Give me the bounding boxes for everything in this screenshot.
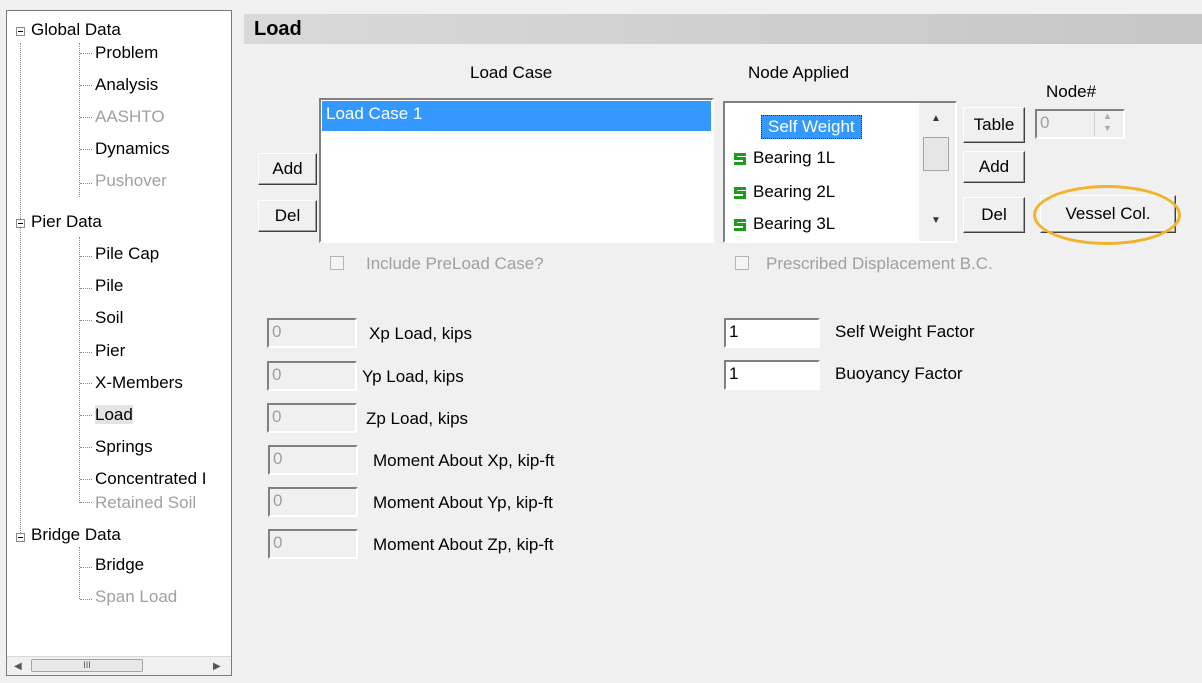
tree-item-span-load: Span Load	[95, 587, 178, 606]
node-applied-list[interactable]: Self Weight Bearing 1L Bearing 2L Bearin…	[723, 101, 957, 243]
buoyancy-factor-label: Buoyancy Factor	[835, 364, 963, 383]
collapse-icon[interactable]	[16, 533, 25, 542]
tree-connector	[80, 149, 92, 150]
node-item-bearing-1l[interactable]: Bearing 1L	[733, 147, 835, 169]
zp-load-label: Zp Load, kips	[366, 409, 469, 428]
tree-item-bridge[interactable]: Bridge	[95, 555, 144, 577]
page-title: Load	[254, 18, 302, 40]
panel-title-bar: Load	[244, 14, 1202, 44]
load-case-header: Load Case	[470, 63, 553, 82]
yp-load-input[interactable]: 0	[267, 361, 357, 391]
tree-connector	[79, 43, 80, 197]
tree-connector	[80, 599, 92, 600]
scroll-left-icon[interactable]: ◀	[14, 661, 22, 672]
horizontal-scrollbar[interactable]: ◀ III ▶	[7, 656, 231, 675]
tree-connector	[80, 288, 92, 289]
tree-connector	[20, 43, 21, 223]
scroll-thumb[interactable]	[923, 137, 949, 171]
spring-icon	[733, 218, 747, 232]
tree-connector	[80, 383, 92, 384]
load-case-list[interactable]: Load Case 1	[319, 98, 714, 243]
tree-item-x-members[interactable]: X-Members	[95, 373, 183, 395]
moment-zp-input[interactable]: 0	[268, 529, 358, 559]
moment-xp-label: Moment About Xp, kip-ft	[373, 451, 555, 470]
zp-load-input[interactable]: 0	[267, 403, 357, 433]
node-item-self-weight[interactable]: Self Weight	[761, 115, 862, 139]
tree-item-load[interactable]: Load	[95, 405, 133, 427]
buoyancy-factor-input[interactable]: 1	[724, 360, 820, 390]
moment-yp-label: Moment About Yp, kip-ft	[373, 493, 553, 512]
spring-icon	[733, 186, 747, 200]
tree-item-soil[interactable]: Soil	[95, 308, 123, 330]
tree-connector	[80, 567, 92, 568]
tree-connector	[20, 225, 21, 535]
tree-item-concentrated[interactable]: Concentrated I	[95, 469, 207, 491]
table-button[interactable]: Table	[963, 107, 1025, 143]
moment-yp-input[interactable]: 0	[268, 487, 358, 517]
include-preload-label: Include PreLoad Case?	[366, 254, 544, 273]
collapse-icon[interactable]	[16, 27, 25, 36]
add-node-button[interactable]: Add	[963, 151, 1025, 183]
node-number-label: Node#	[1046, 82, 1097, 101]
yp-load-label: Yp Load, kips	[362, 367, 464, 386]
tree-connector	[80, 415, 92, 416]
tree-connector	[80, 352, 92, 353]
tree-connector	[80, 117, 92, 118]
tree-group-bridge-data[interactable]: Bridge Data	[31, 525, 121, 547]
self-weight-factor-input[interactable]: 1	[724, 318, 820, 348]
tree-item-retained-soil: Retained Soil	[95, 493, 197, 512]
tree-item-analysis[interactable]: Analysis	[95, 75, 158, 97]
tree-connector	[80, 447, 92, 448]
tree-connector	[80, 479, 92, 480]
tree-group-pier-data[interactable]: Pier Data	[31, 212, 102, 234]
scroll-up-icon[interactable]: ▲	[931, 113, 941, 124]
tree-connector	[80, 256, 92, 257]
highlight-annotation	[1033, 185, 1181, 245]
tree-item-pier[interactable]: Pier	[95, 341, 125, 363]
node-item-bearing-3l[interactable]: Bearing 3L	[733, 213, 835, 235]
moment-zp-label: Moment About Zp, kip-ft	[373, 535, 554, 554]
node-number-input[interactable]: 0 ▲ ▼	[1035, 109, 1125, 139]
prescribed-displacement-label: Prescribed Displacement B.C.	[766, 254, 993, 273]
tree-item-pile[interactable]: Pile	[95, 276, 123, 298]
tree-item-dynamics[interactable]: Dynamics	[95, 139, 170, 161]
delete-node-button[interactable]: Del	[963, 197, 1025, 233]
tree-item-problem[interactable]: Problem	[95, 43, 158, 65]
tree-connector	[80, 53, 92, 54]
tree-item-aashto: AASHTO	[95, 107, 165, 126]
tree-connector	[79, 547, 80, 599]
xp-load-label: Xp Load, kips	[369, 324, 473, 343]
spin-down-icon[interactable]: ▼	[1103, 116, 1112, 140]
prescribed-displacement-checkbox[interactable]	[735, 256, 749, 270]
tree-connector	[80, 85, 92, 86]
spring-icon	[733, 152, 747, 166]
tree-connector	[80, 183, 92, 184]
scroll-right-icon[interactable]: ▶	[213, 661, 221, 672]
tree-item-pile-cap[interactable]: Pile Cap	[95, 244, 159, 266]
self-weight-factor-label: Self Weight Factor	[835, 322, 975, 341]
node-list-scrollbar[interactable]: ▲ ▼	[919, 103, 955, 241]
add-load-case-button[interactable]: Add	[258, 153, 317, 185]
include-preload-checkbox[interactable]	[330, 256, 344, 270]
xp-load-input[interactable]: 0	[267, 318, 357, 348]
scroll-thumb[interactable]: III	[31, 659, 143, 672]
delete-load-case-button[interactable]: Del	[258, 200, 317, 232]
node-item-bearing-2l[interactable]: Bearing 2L	[733, 181, 835, 203]
node-applied-header: Node Applied	[748, 63, 850, 82]
collapse-icon[interactable]	[16, 219, 25, 228]
tree-connector	[80, 502, 92, 503]
tree-group-global-data[interactable]: Global Data	[31, 20, 121, 42]
tree-item-pushover: Pushover	[95, 171, 167, 190]
navigation-tree[interactable]: Global Data Problem Analysis AASHTO Dyna…	[6, 10, 232, 676]
node-number-spinner[interactable]: ▲ ▼	[1094, 111, 1121, 136]
tree-connector	[79, 237, 80, 503]
load-case-item[interactable]: Load Case 1	[322, 101, 711, 131]
scroll-down-icon[interactable]: ▼	[931, 215, 941, 226]
tree-item-springs[interactable]: Springs	[95, 437, 153, 459]
moment-xp-input[interactable]: 0	[268, 445, 358, 475]
tree-connector	[80, 320, 92, 321]
